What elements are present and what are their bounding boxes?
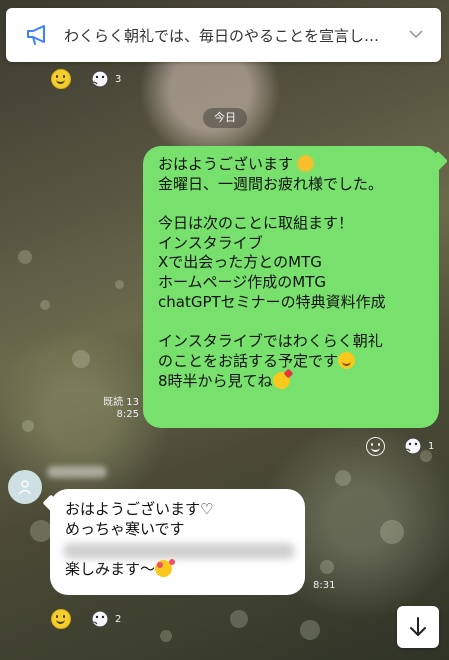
megaphone-icon: [27, 25, 45, 45]
scroll-to-bottom-button[interactable]: [397, 606, 439, 648]
message-line: Xで出会った方とのMTG: [158, 253, 322, 272]
sender-name-redacted: [47, 466, 107, 478]
redacted-line: [63, 539, 295, 559]
message-line: 8時半から見てね: [158, 371, 427, 392]
message-line: のことをお話する予定です: [158, 351, 427, 372]
message-time: 8:31: [313, 580, 336, 591]
smile-reaction-icon[interactable]: [51, 69, 71, 89]
message-line: めっちゃ寒いです: [65, 520, 185, 538]
reaction-count: 1: [428, 440, 435, 452]
sun-emoji-icon: [297, 156, 313, 171]
incoming-message-bubble[interactable]: おはようございます♡ めっちゃ寒いです 楽しみます〜: [42, 489, 305, 595]
message-line: インスタライブ: [158, 233, 263, 252]
message-line: おはようございます: [158, 155, 427, 175]
message-line: 金曜日、一週間お疲れ様でした。: [158, 174, 384, 193]
message-line: chatGPTセミナーの特典資料作成: [158, 292, 386, 311]
read-receipt: 既読 13 8:25: [99, 397, 139, 421]
incoming-reaction-bar: 2: [51, 609, 121, 629]
message-line: おはようございます♡: [65, 500, 214, 518]
kiss-emoji-icon: [272, 371, 290, 389]
top-reaction-bar: 3: [51, 69, 121, 89]
smiling-hearts-emoji-icon: [155, 559, 176, 577]
face-reaction-icon[interactable]: [89, 69, 111, 89]
message-line: 今日は次のことに取組ます！: [158, 214, 354, 233]
outgoing-reaction-bar: 1: [366, 436, 434, 456]
outgoing-message-bubble[interactable]: おはようございます 金曜日、一週間お疲れ様でした。 今日は次のことに取組ます！ …: [143, 146, 448, 428]
face-reaction-icon[interactable]: [402, 436, 424, 456]
message-line: インスタライブではわくらく朝礼: [158, 332, 383, 351]
message-line: [158, 194, 427, 214]
reaction-count: 2: [115, 613, 122, 625]
announcement-text: わくらく朝礼では、毎日のやることを宣言し…: [64, 27, 380, 45]
message-line: [158, 313, 427, 333]
date-separator: 今日: [203, 108, 247, 128]
face-reaction-icon[interactable]: [89, 609, 111, 629]
avatar[interactable]: [8, 470, 42, 504]
reaction-count: 3: [115, 73, 122, 85]
chevron-down-icon[interactable]: [409, 30, 423, 39]
message-line: ホームページ作成のMTG: [158, 273, 326, 292]
message-time: 8:25: [116, 409, 139, 420]
add-reaction-icon[interactable]: [366, 436, 385, 456]
smile-emoji-icon: [338, 351, 356, 369]
user-icon: [18, 480, 32, 495]
read-count: 既読 13: [103, 397, 139, 408]
announcement-banner[interactable]: わくらく朝礼では、毎日のやることを宣言し…: [6, 8, 441, 62]
arrow-down-icon: [410, 617, 426, 636]
message-line: 楽しみます〜: [65, 559, 291, 579]
smile-reaction-icon[interactable]: [51, 609, 71, 629]
